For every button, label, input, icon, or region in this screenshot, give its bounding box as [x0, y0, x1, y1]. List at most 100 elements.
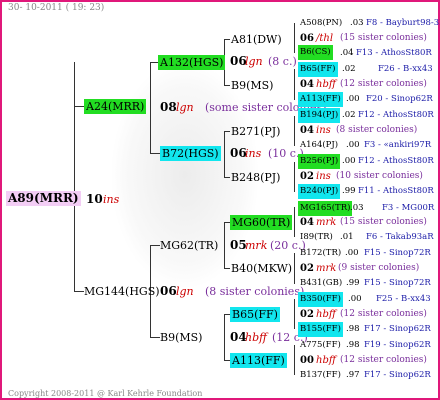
gen4-year: 06 — [300, 33, 314, 44]
gen4-queen[interactable]: B256(PJ) — [298, 154, 341, 169]
gen2-queen-a132[interactable]: A132(HGS) — [158, 55, 226, 70]
connector — [294, 23, 295, 53]
gen4-queen[interactable]: B240(PJ) — [298, 184, 341, 199]
connector — [294, 207, 295, 237]
gen4-year: .03 — [350, 203, 364, 213]
gen4-year: 04 — [300, 217, 314, 228]
gen4-location: F15 - Sinop72R — [364, 248, 431, 258]
gen3-queen[interactable]: B40(MKW) — [231, 262, 292, 275]
gen4-race: mrk — [316, 263, 337, 274]
connector — [224, 131, 225, 177]
connector — [294, 162, 295, 192]
gen4-year: .02 — [342, 110, 356, 120]
gen4-year: .00 — [342, 156, 356, 166]
gen4-queen[interactable]: A113(FF) — [298, 92, 343, 107]
gen4-queen[interactable]: B6(CS) — [298, 45, 333, 60]
gen4-race: mrk — [316, 217, 337, 228]
gen3-queen[interactable]: A113(FF) — [230, 353, 287, 368]
gen4-year: .00 — [346, 94, 360, 104]
gen4-race: /thl — [316, 33, 334, 44]
gen4-year: .97 — [346, 370, 360, 380]
connector — [150, 62, 158, 63]
connector — [74, 106, 84, 107]
sister-colonies-note: (15 sister colonies) — [340, 217, 427, 227]
connector — [224, 39, 230, 40]
connector — [150, 245, 160, 246]
gen4-year: .99 — [342, 186, 356, 196]
connector — [224, 131, 230, 132]
gen4-race: ins — [316, 171, 331, 182]
gen4-queen[interactable]: B137(FF) — [300, 369, 341, 382]
gen4-year: .00 — [345, 248, 359, 258]
gen4-race: hbff — [316, 309, 336, 320]
gen4-year: .03 — [350, 18, 364, 28]
sister-colonies-note: (8 c.) — [268, 55, 297, 68]
gen4-queen[interactable]: B155(FF) — [298, 322, 343, 337]
gen4-location: F8 - Bayburt98-3R — [366, 18, 440, 28]
gen3-queen[interactable]: B248(PJ) — [231, 171, 280, 184]
gen4-year: 02 — [300, 309, 314, 320]
timestamp: 30- 10-2011 ( 19: 23) — [8, 3, 105, 13]
gen4-queen[interactable]: B194(PJ) — [298, 108, 341, 123]
gen4-queen[interactable]: B172(TR) — [300, 247, 341, 260]
gen1-year: 08 — [160, 100, 177, 114]
gen4-year: .04 — [340, 48, 354, 58]
connector — [224, 222, 225, 268]
gen4-queen[interactable]: B65(FF) — [298, 62, 338, 77]
gen2-queen-mg62[interactable]: MG62(TR) — [160, 239, 218, 252]
gen4-location: F3 - MG00R — [382, 203, 435, 213]
gen4-queen[interactable]: B431(GB) — [300, 277, 342, 290]
gen4-location: F3 - «ankiri97R — [364, 140, 432, 150]
copyright: Copyright 2008-2011 @ Karl Kehrle Founda… — [8, 389, 203, 398]
gen4-location: F26 - B-xx43 — [378, 64, 433, 74]
gen4-year: .98 — [346, 340, 360, 350]
gen4-queen[interactable]: A508(PN) — [300, 17, 342, 30]
gen4-queen[interactable]: MG165(TR) — [298, 201, 353, 216]
root-queen-id[interactable]: A89(MRR) — [6, 191, 81, 206]
gen3-queen[interactable]: B271(PJ) — [231, 125, 280, 138]
connector — [224, 314, 225, 360]
gen4-location: F19 - Sinop62R — [364, 340, 431, 350]
root-year: 10 — [86, 192, 103, 206]
connector — [294, 116, 295, 146]
gen4-race: hbff — [316, 79, 336, 90]
gen4-location: F12 - AthosSt80R — [358, 156, 434, 166]
sister-colonies-note: (12 sister colonies) — [340, 309, 427, 319]
gen1-queen-mg144[interactable]: MG144(HGS) — [84, 285, 160, 298]
gen4-location: F6 - Takab93aR — [366, 232, 434, 242]
sister-colonies-note: (15 sister colonies) — [340, 33, 427, 43]
gen3-queen[interactable]: A81(DW) — [231, 33, 282, 46]
gen4-year: .02 — [342, 64, 356, 74]
gen2-queen-b9[interactable]: B9(MS) — [160, 331, 202, 344]
sister-colonies-note: (8 sister colonies) — [205, 285, 305, 298]
gen4-queen[interactable]: A164(PJ) — [300, 139, 338, 152]
connector — [150, 337, 160, 338]
gen4-queen[interactable]: I89(TR) — [300, 231, 333, 244]
gen4-year: .99 — [346, 278, 360, 288]
gen4-location: F17 - Sinop62R — [364, 324, 431, 334]
gen4-race: hbff — [316, 355, 336, 366]
gen4-year: .01 — [340, 232, 354, 242]
gen4-year: .00 — [348, 294, 362, 304]
gen4-year: 02 — [300, 171, 314, 182]
gen1-queen-a24[interactable]: A24(MRR) — [84, 99, 147, 114]
gen4-queen[interactable]: B350(FF) — [298, 292, 343, 307]
gen4-year: .00 — [346, 140, 360, 150]
gen1-race: lgn — [176, 285, 194, 298]
gen2-race: lgn — [245, 55, 263, 68]
gen4-queen[interactable]: A775(FF) — [300, 339, 341, 352]
gen4-race: ins — [316, 125, 331, 136]
gen4-location: F11 - AthosSt80R — [358, 186, 434, 196]
gen3-queen[interactable]: B9(MS) — [231, 79, 273, 92]
connector — [74, 291, 84, 292]
gen4-year: .98 — [346, 324, 360, 334]
connector — [224, 268, 230, 269]
gen4-location: F13 - AthosSt80R — [356, 48, 432, 58]
gen2-queen-b72[interactable]: B72(HGS) — [160, 146, 221, 161]
gen3-queen[interactable]: MG60(TR) — [230, 215, 293, 230]
connector — [150, 62, 151, 153]
gen3-queen[interactable]: B65(FF) — [230, 307, 280, 322]
gen4-year: 04 — [300, 125, 314, 136]
root-race: ins — [103, 193, 120, 206]
connector — [150, 153, 160, 154]
